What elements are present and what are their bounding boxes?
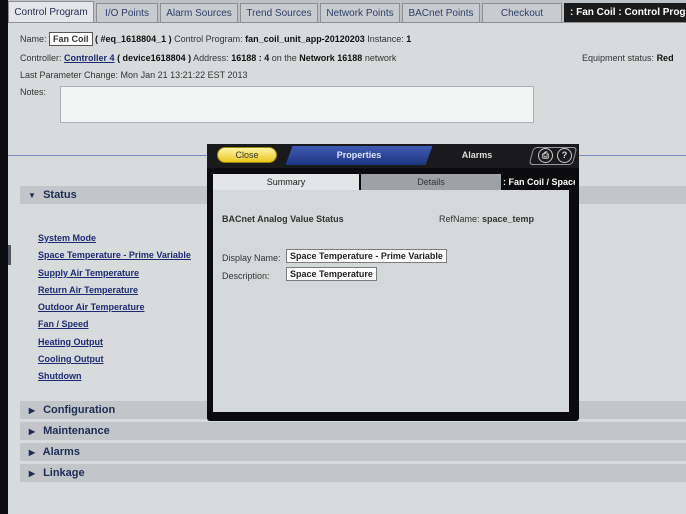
properties-dialog: Close Properties Alarms ⎙ ? Summary Deta… (207, 144, 579, 421)
section-alarms-label: Alarms (42, 446, 80, 458)
left-edge-marker (8, 245, 11, 265)
network-suffix: network (364, 53, 397, 63)
dialog-title: : Fan Coil / Space Temperature (503, 174, 575, 190)
equipment-status: Equipment status: Red (582, 53, 674, 63)
address-value: 16188 : 4 (231, 53, 270, 63)
dialog-tabs: Summary Details : Fan Coil / Space Tempe… (213, 174, 575, 190)
status-item-supply-air-temp[interactable]: Supply Air Temperature (38, 265, 191, 282)
control-program-value: fan_coil_unit_app-20120203 (245, 34, 365, 44)
equipment-id: ( #eq_1618804_1 ) (95, 34, 172, 44)
tab-checkout[interactable]: Checkout (482, 3, 562, 22)
alarms-tab[interactable]: Alarms (447, 146, 507, 165)
refname-value: space_temp (482, 214, 535, 224)
status-item-system-mode[interactable]: System Mode (38, 230, 191, 247)
print-icon[interactable]: ⎙ (538, 148, 553, 163)
tab-trend-sources[interactable]: Trend Sources (240, 3, 318, 22)
name-label: Name: (20, 34, 47, 44)
chevron-right-icon: ▶ (28, 469, 36, 478)
status-item-return-air-temp[interactable]: Return Air Temperature (38, 282, 191, 299)
controller-row: Controller: Controller 4 ( device1618804… (20, 53, 396, 63)
section-maintenance-label: Maintenance (43, 425, 110, 437)
status-item-shutdown[interactable]: Shutdown (38, 368, 191, 385)
section-linkage-label: Linkage (43, 467, 85, 479)
dialog-heading: BACnet Analog Value Status (222, 214, 344, 224)
status-link[interactable]: Space Temperature - Prime Variable (38, 250, 191, 260)
section-alarms[interactable]: ▶ Alarms (20, 443, 686, 461)
description-field[interactable]: Space Temperature (286, 267, 377, 281)
chevron-right-icon: ▶ (28, 427, 36, 436)
notes-label: Notes: (20, 87, 47, 97)
section-maintenance[interactable]: ▶ Maintenance (20, 422, 686, 440)
equipment-status-value: Red (656, 53, 674, 63)
controller-label: Controller: (20, 53, 62, 63)
status-item-outdoor-air-temp[interactable]: Outdoor Air Temperature (38, 299, 191, 316)
status-link[interactable]: Return Air Temperature (38, 285, 138, 295)
instance-label: Instance: (367, 34, 404, 44)
tab-control-program[interactable]: Control Program (8, 1, 94, 22)
name-field[interactable]: Fan Coil (49, 32, 93, 46)
window-title: : Fan Coil : Control Program (564, 3, 686, 22)
status-link[interactable]: Heating Output (38, 337, 103, 347)
section-status-label: Status (43, 189, 77, 201)
instance-value: 1 (406, 34, 412, 44)
status-link[interactable]: Supply Air Temperature (38, 268, 139, 278)
tab-bacnet-points[interactable]: BACnet Points (402, 3, 480, 22)
tab-summary[interactable]: Summary (213, 174, 359, 190)
refname-label: RefName: (439, 214, 480, 224)
device-id: ( device1618804 ) (117, 53, 192, 63)
refname-row: RefName: space_temp (439, 214, 534, 224)
status-list: System Mode Space Temperature - Prime Va… (38, 230, 191, 386)
chevron-right-icon: ▶ (28, 448, 36, 457)
status-link[interactable]: Cooling Output (38, 354, 103, 364)
network-value: Network 16188 (299, 53, 363, 63)
status-link[interactable]: Shutdown (38, 371, 82, 381)
tab-network-points[interactable]: Network Points (320, 3, 400, 22)
section-linkage[interactable]: ▶ Linkage (20, 464, 686, 482)
status-item-cooling-output[interactable]: Cooling Output (38, 351, 191, 368)
dialog-body: BACnet Analog Value Status RefName: spac… (213, 190, 569, 412)
on-the-text: on the (271, 53, 297, 63)
name-row: Name: Fan Coil ( #eq_1618804_1 ) Control… (20, 32, 412, 46)
properties-tab[interactable]: Properties (289, 146, 429, 165)
section-configuration-label: Configuration (43, 404, 116, 416)
tab-alarm-sources[interactable]: Alarm Sources (160, 3, 238, 22)
status-item-heating-output[interactable]: Heating Output (38, 334, 191, 351)
display-name-field[interactable]: Space Temperature - Prime Variable (286, 249, 447, 263)
notes-field[interactable] (60, 86, 534, 123)
chevron-down-icon: ▼ (28, 191, 36, 200)
equipment-status-label: Equipment status: (582, 53, 655, 63)
address-label: Address: (193, 53, 229, 63)
display-name-label: Display Name: (222, 253, 281, 263)
help-icon[interactable]: ? (557, 148, 572, 163)
last-parameter-change: Last Parameter Change: Mon Jan 21 13:21:… (20, 70, 248, 80)
chevron-right-icon: ▶ (28, 406, 36, 415)
status-item-space-temperature[interactable]: Space Temperature - Prime Variable (38, 247, 191, 264)
tab-io-points[interactable]: I/O Points (96, 3, 158, 22)
status-link[interactable]: Outdoor Air Temperature (38, 302, 145, 312)
control-program-label: Control Program: (174, 34, 243, 44)
screen: Control Program I/O Points Alarm Sources… (8, 0, 686, 514)
tab-details[interactable]: Details (361, 174, 501, 190)
close-button[interactable]: Close (217, 147, 277, 163)
status-link[interactable]: Fan / Speed (38, 319, 89, 329)
status-item-fan-speed[interactable]: Fan / Speed (38, 316, 191, 333)
description-label: Description: (222, 271, 270, 281)
status-link[interactable]: System Mode (38, 233, 96, 243)
controller-link[interactable]: Controller 4 (64, 53, 115, 63)
tab-bar: Control Program I/O Points Alarm Sources… (8, 0, 686, 23)
